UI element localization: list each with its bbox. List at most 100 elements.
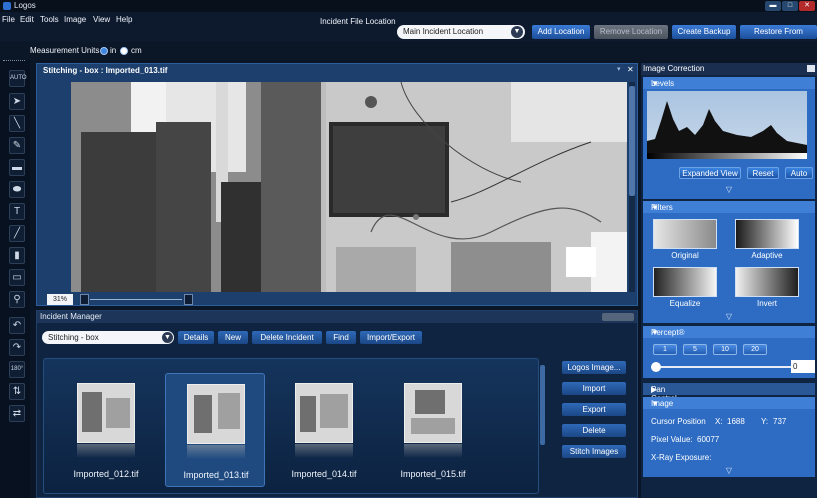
contrast-slider[interactable]: [651, 366, 791, 368]
units-label-cm: cm: [131, 46, 142, 55]
ellipse-icon[interactable]: ⬬: [9, 181, 25, 198]
image-details-collapse-icon[interactable]: ▽: [643, 466, 815, 476]
ruler-icon[interactable]: ╱: [9, 225, 25, 242]
filter-equalize-label: Equalize: [669, 299, 701, 308]
viewer-close-icon[interactable]: ✕: [627, 65, 634, 74]
zoom-level[interactable]: 31%: [47, 294, 73, 305]
contrast-preset-1[interactable]: 1: [653, 344, 677, 355]
pin-icon[interactable]: ▾: [617, 65, 621, 73]
levels-gradient-bar[interactable]: [647, 153, 807, 159]
cursor-y-value: 737: [773, 417, 787, 426]
contrast-preset-10[interactable]: 10: [713, 344, 737, 355]
zoom-in-button[interactable]: [184, 294, 193, 305]
viewer-scrollbar-thumb[interactable]: [629, 86, 635, 196]
thumbnail-item[interactable]: Imported_012.tif: [56, 373, 156, 487]
import-export-button[interactable]: Import/Export: [360, 331, 422, 344]
menu-file[interactable]: File: [2, 15, 15, 24]
filter-invert-thumb[interactable]: [735, 267, 799, 297]
levels-histogram[interactable]: [647, 91, 807, 153]
selection-icon[interactable]: ▭: [9, 269, 25, 286]
pointer-icon[interactable]: ➤: [9, 93, 25, 110]
remove-location-button[interactable]: Remove Location: [594, 25, 668, 39]
thumbnail-scrollbar[interactable]: [540, 365, 545, 445]
filter-adaptive-thumb[interactable]: [735, 219, 799, 249]
zoom-icon[interactable]: ⚲: [9, 291, 25, 308]
zoom-out-button[interactable]: [80, 294, 89, 305]
chevron-down-icon: ▼: [162, 332, 173, 343]
pan-control-section-header[interactable]: ▶ Pan Control: [643, 383, 815, 403]
eraser-icon[interactable]: ▮: [9, 247, 25, 264]
menu-image[interactable]: Image: [64, 15, 86, 24]
thumbnail-label: Imported_013.tif: [183, 470, 249, 480]
maximize-button[interactable]: □: [782, 1, 798, 11]
levels-reset-button[interactable]: Reset: [747, 167, 779, 179]
thumbnail-item[interactable]: Imported_014.tif: [274, 373, 374, 487]
flip-horizontal-icon[interactable]: ⇄: [9, 405, 25, 422]
units-radio-in[interactable]: [100, 47, 108, 55]
units-radio-cm[interactable]: [120, 47, 128, 55]
viewer-scrollbar[interactable]: [629, 82, 635, 292]
delete-incident-button[interactable]: Delete Incident: [252, 331, 322, 344]
incident-manager-panel: Incident Manager Stitching - box ▼ Detai…: [36, 310, 638, 498]
toolbar-grip: [3, 60, 25, 62]
rotate-left-icon[interactable]: ↶: [9, 317, 25, 334]
pen-icon[interactable]: ✎: [9, 137, 25, 154]
app-logo-icon: [3, 2, 11, 10]
xray-image-canvas[interactable]: [71, 82, 627, 292]
menu-tools[interactable]: Tools: [40, 15, 59, 24]
levels-collapse-icon[interactable]: ▽: [643, 185, 815, 195]
create-backup-button[interactable]: Create Backup: [672, 25, 736, 39]
details-button[interactable]: Details: [178, 331, 214, 344]
thumbnail-reflection: [404, 444, 462, 458]
menu-edit[interactable]: Edit: [20, 15, 34, 24]
incident-window-controls[interactable]: [602, 313, 634, 321]
logos-image-button[interactable]: Logos Image...: [562, 361, 626, 374]
thumbnail-gallery: Imported_012.tif Imported_013.tif Import…: [43, 358, 539, 494]
thumbnail-item-selected[interactable]: Imported_013.tif: [165, 373, 265, 487]
filter-original-thumb[interactable]: [653, 219, 717, 249]
filters-section: Original Adaptive Equalize Invert ▽: [643, 213, 815, 323]
histogram-graph: [647, 101, 807, 153]
delete-button[interactable]: Delete: [562, 424, 626, 437]
image-details-section-header[interactable]: ▼ Image Details: [643, 397, 815, 417]
image-correction-panel: Image Correction ▼ Levels Expanded View …: [641, 63, 817, 498]
contrast-preset-5[interactable]: 5: [683, 344, 707, 355]
import-button[interactable]: Import: [562, 382, 626, 395]
zoom-slider[interactable]: [90, 299, 182, 300]
filters-collapse-icon[interactable]: ▽: [643, 312, 815, 322]
minimize-button[interactable]: ▬: [765, 1, 781, 11]
levels-auto-button[interactable]: Auto: [785, 167, 813, 179]
contrast-slider-handle[interactable]: [651, 362, 661, 372]
panel-minimize-icon[interactable]: [807, 65, 815, 72]
line-icon[interactable]: ╲: [9, 115, 25, 132]
cursor-x-label: X:: [715, 417, 723, 426]
restore-backup-button[interactable]: Restore From Backup: [740, 25, 817, 50]
thumbnail-image: [404, 383, 462, 443]
incident-case-select[interactable]: Stitching - box ▼: [42, 331, 174, 344]
thumbnail-reflection: [187, 445, 245, 459]
contrast-value-field[interactable]: 0: [791, 360, 815, 373]
rotate-right-icon[interactable]: ↷: [9, 339, 25, 356]
contrast-section-header[interactable]: ▼ Percept® Contrast: [643, 326, 815, 346]
contrast-preset-20[interactable]: 20: [743, 344, 767, 355]
filter-equalize-thumb[interactable]: [653, 267, 717, 297]
menu-help[interactable]: Help: [116, 15, 132, 24]
flip-icon[interactable]: ⇅: [9, 383, 25, 400]
expanded-view-button[interactable]: Expanded View: [679, 167, 741, 179]
rectangle-fill-icon[interactable]: ▬: [9, 159, 25, 176]
close-button[interactable]: ✕: [799, 1, 815, 11]
find-button[interactable]: Find: [326, 331, 356, 344]
incident-location-select[interactable]: Main Incident Location ▼: [397, 25, 525, 39]
levels-section-header[interactable]: ▼ Levels: [643, 77, 815, 89]
auto-tool-button[interactable]: AUTO: [9, 70, 27, 87]
export-button[interactable]: Export: [562, 403, 626, 416]
stitch-images-button[interactable]: Stitch Images: [562, 445, 626, 458]
text-icon[interactable]: T: [9, 203, 25, 220]
rotate-180-icon[interactable]: 180°: [9, 361, 25, 378]
thumbnail-image: [295, 383, 353, 443]
thumbnail-item[interactable]: Imported_015.tif: [383, 373, 483, 487]
menu-view[interactable]: View: [93, 15, 110, 24]
filters-section-header[interactable]: ▼ Filters: [643, 201, 815, 213]
new-incident-button[interactable]: New: [218, 331, 248, 344]
add-location-button[interactable]: Add Location: [532, 25, 590, 39]
